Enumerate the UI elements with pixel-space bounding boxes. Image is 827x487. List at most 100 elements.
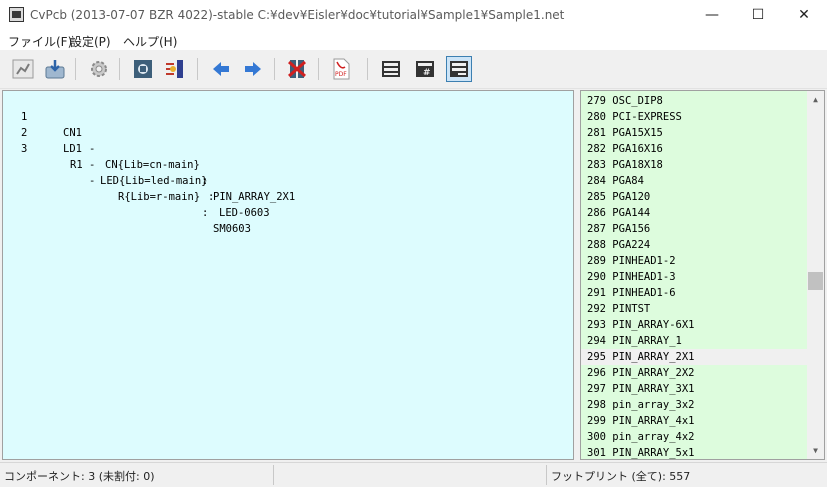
footprint-row[interactable]: 292 PINTST — [581, 301, 807, 317]
pdf-button[interactable]: PDF — [328, 56, 354, 82]
minimize-icon: — — [705, 7, 719, 23]
maximize-icon: ☐ — [751, 7, 765, 23]
footprint-index: 282 — [587, 143, 606, 155]
component-colon: : — [202, 207, 209, 219]
arrow-left-icon — [213, 62, 229, 76]
component-separator: - — [89, 143, 96, 155]
footprint-index: 291 — [587, 287, 606, 299]
component-separator: - — [89, 175, 96, 187]
footprint-name: PIN_ARRAY_1 — [612, 335, 682, 347]
menu-bar: ファイル(F) 設定(P) ヘルプ(H) — [0, 30, 827, 50]
footprint-name: PGA16X16 — [612, 143, 663, 155]
save-icon — [45, 60, 65, 79]
footprint-row[interactable]: 279 OSC_DIP8 — [581, 93, 807, 109]
footprint-row[interactable]: 280 PCI-EXPRESS — [581, 109, 807, 125]
filter-library-icon — [450, 61, 468, 77]
component-row[interactable]: 1 CN1 - CN{Lib=cn-main} : PIN_ARRAY_2X1 — [3, 93, 295, 203]
footprint-name: PINHEAD1-2 — [612, 255, 676, 267]
footprint-row[interactable]: 296 PIN_ARRAY_2X2 — [581, 365, 807, 381]
menu-settings[interactable]: 設定(P) — [70, 33, 111, 50]
footprint-row[interactable]: 283 PGA18X18 — [581, 157, 807, 173]
menu-help[interactable]: ヘルプ(H) — [123, 33, 177, 50]
menu-file[interactable]: ファイル(F) — [8, 33, 72, 50]
toolbar-separator — [367, 58, 368, 80]
footprint-index: 296 — [587, 367, 606, 379]
filter-pincount-button[interactable]: # — [412, 56, 438, 82]
pcb-view-button[interactable] — [10, 56, 36, 82]
auto-associate-icon — [166, 60, 183, 78]
footprint-row[interactable]: 293 PIN_ARRAY-6X1 — [581, 317, 807, 333]
footprint-row[interactable]: 297 PIN_ARRAY_3X1 — [581, 381, 807, 397]
footprint-row[interactable]: 288 PGA224 — [581, 237, 807, 253]
footprint-name: PIN_ARRAY-6X1 — [612, 319, 695, 331]
footprints-scrollbar[interactable]: ▲ ▼ — [807, 91, 824, 459]
component-index: 3 — [21, 143, 28, 155]
footprints-list[interactable]: 279 OSC_DIP8 280 PCI-EXPRESS 281 PGA15X15 2… — [580, 90, 825, 460]
footprint-row[interactable]: 301 PIN_ARRAY_5x1 — [581, 445, 807, 459]
footprint-name: PINTST — [612, 303, 651, 315]
footprint-name: PGA224 — [612, 239, 651, 251]
footprint-row[interactable]: 286 PGA144 — [581, 205, 807, 221]
scroll-thumb[interactable] — [808, 272, 823, 290]
svg-text:#: # — [423, 68, 431, 78]
filter-footprints-button[interactable] — [378, 56, 404, 82]
footprint-row[interactable]: 284 PGA84 — [581, 173, 807, 189]
footprint-name: PGA84 — [612, 175, 644, 187]
toolbar-separator — [119, 58, 120, 80]
footprint-index: 292 — [587, 303, 606, 315]
footprint-row[interactable]: 300 pin_array_4x2 — [581, 429, 807, 445]
component-value: LED{Lib=led-main} — [100, 175, 208, 187]
footprint-index: 289 — [587, 255, 606, 267]
footprint-row[interactable]: 295 PIN_ARRAY_2X1 — [581, 349, 807, 365]
module-library-icon — [134, 60, 152, 78]
footprint-row[interactable]: 282 PGA16X16 — [581, 141, 807, 157]
footprint-row[interactable]: 289 PINHEAD1-2 — [581, 253, 807, 269]
status-divider — [546, 465, 547, 485]
components-list[interactable]: 1 CN1 - CN{Lib=cn-main} : PIN_ARRAY_2X1 … — [2, 90, 574, 460]
auto-associate-button[interactable] — [162, 56, 188, 82]
next-button[interactable] — [240, 56, 266, 82]
filter-pincount-icon: # — [416, 61, 434, 78]
footprint-name: PGA18X18 — [612, 159, 663, 171]
previous-button[interactable] — [208, 56, 234, 82]
footprint-row[interactable]: 299 PIN_ARRAY_4x1 — [581, 413, 807, 429]
footprint-index: 283 — [587, 159, 606, 171]
footprint-row[interactable]: 291 PINHEAD1-6 — [581, 285, 807, 301]
footprint-index: 299 — [587, 415, 606, 427]
component-row[interactable]: 2 LD1 - LED{Lib=led-main} : LED-0603 — [3, 109, 270, 219]
component-footprint: LED-0603 — [219, 207, 270, 219]
toolbar-separator — [274, 58, 275, 80]
component-ref: LD1 — [63, 143, 82, 155]
status-bar: コンポーネント: 3 (未割付: 0) フットプリント (全て): 557 — [0, 462, 827, 487]
minimize-button[interactable]: — — [689, 0, 735, 30]
close-icon: ✕ — [798, 7, 810, 23]
footprint-row[interactable]: 281 PGA15X15 — [581, 125, 807, 141]
maximize-button[interactable]: ☐ — [735, 0, 781, 30]
footprint-index: 280 — [587, 111, 606, 123]
title-bar: CvPcb (2013-07-07 BZR 4022)-stable C:¥de… — [0, 0, 827, 30]
component-row[interactable]: 3 R1 - R{Lib=r-main} : SM0603 — [3, 125, 251, 235]
footprint-index: 279 — [587, 95, 606, 107]
scroll-down-arrow-icon[interactable]: ▼ — [807, 442, 824, 459]
component-footprint: SM0603 — [213, 223, 251, 235]
footprint-row[interactable]: 287 PGA156 — [581, 221, 807, 237]
save-button[interactable] — [42, 56, 68, 82]
settings-icon — [91, 61, 107, 77]
module-library-button[interactable] — [130, 56, 156, 82]
footprint-row[interactable]: 285 PGA120 — [581, 189, 807, 205]
component-value: CN{Lib=cn-main} — [105, 159, 200, 171]
filter-library-button[interactable] — [446, 56, 472, 82]
footprint-row[interactable]: 298 pin_array_3x2 — [581, 397, 807, 413]
footprint-name: PCI-EXPRESS — [612, 111, 682, 123]
footprint-row[interactable]: 290 PINHEAD1-3 — [581, 269, 807, 285]
scroll-up-arrow-icon[interactable]: ▲ — [807, 91, 824, 108]
footprint-index: 301 — [587, 447, 606, 459]
component-value: R{Lib=r-main} — [118, 191, 201, 203]
footprint-row[interactable]: 294 PIN_ARRAY_1 — [581, 333, 807, 349]
footprint-index: 298 — [587, 399, 606, 411]
delete-associations-button[interactable] — [284, 56, 310, 82]
toolbar-separator — [197, 58, 198, 80]
footprint-name: PGA15X15 — [612, 127, 663, 139]
settings-button[interactable] — [86, 56, 112, 82]
close-button[interactable]: ✕ — [781, 0, 827, 30]
